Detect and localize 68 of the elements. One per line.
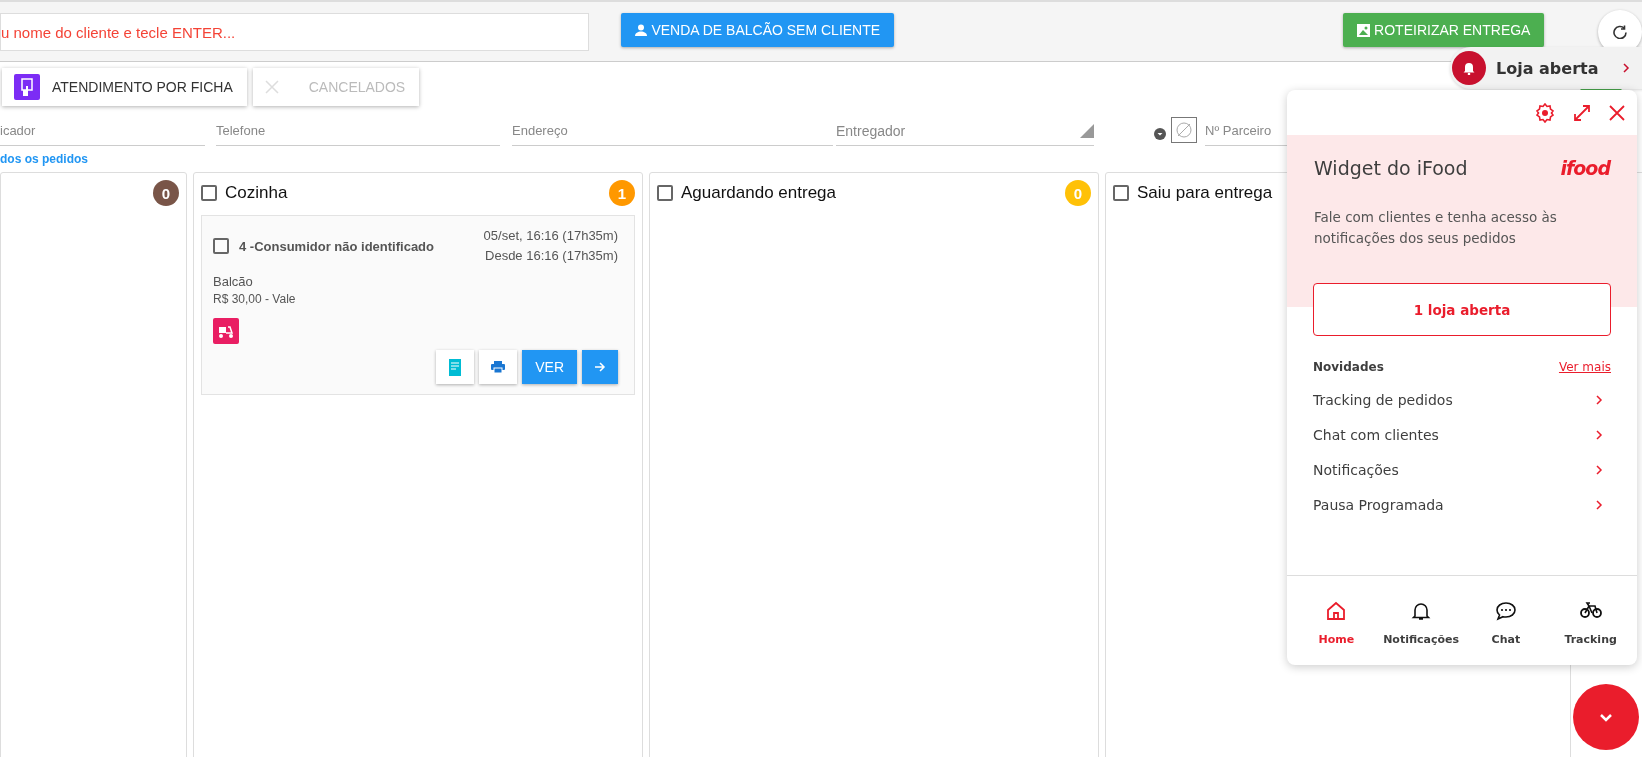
see-more-link[interactable]: Ver mais [1558, 360, 1611, 374]
news-item[interactable]: Tracking de pedidos [1313, 382, 1611, 417]
delivery-scooter-icon [213, 318, 239, 344]
dropdown-corner-icon [1080, 123, 1094, 138]
receipt-icon [449, 358, 462, 376]
news-item[interactable]: Notificações [1313, 452, 1611, 487]
chevron-right-icon [1596, 499, 1603, 510]
order-type: Balcão [213, 274, 254, 289]
news-item[interactable]: Chat com clientes [1313, 417, 1611, 452]
count-badge: 1 [609, 180, 635, 206]
filter-field[interactable]: Endereço [512, 116, 833, 146]
store-status-toast[interactable]: Loja aberta [1450, 47, 1642, 89]
home-icon [1326, 600, 1347, 621]
order-checkbox[interactable] [213, 238, 229, 254]
store-status-label: Loja aberta [1496, 58, 1600, 78]
select-field[interactable]: Entregador [836, 116, 1094, 146]
bicycle-icon [1579, 600, 1602, 619]
settings-icon [1535, 102, 1555, 123]
bell-icon [1452, 51, 1486, 85]
toggle-dot-icon[interactable] [1154, 128, 1166, 140]
bell-icon [1411, 600, 1432, 621]
expand-icon [1573, 103, 1591, 122]
ticket-hand-icon [14, 74, 40, 100]
column-checkbox[interactable] [657, 185, 673, 201]
chevron-down-icon [1599, 712, 1613, 722]
order-since: Desde 16:16 (17h35m) [484, 247, 618, 265]
column-checkbox[interactable] [201, 185, 217, 201]
chat-icon [1494, 600, 1517, 621]
column-title: Aguardando entrega [681, 183, 838, 203]
news-item[interactable]: Pausa Programada [1313, 487, 1611, 522]
map-icon [1357, 23, 1371, 37]
search-field[interactable]: u nome do cliente e tecle ENTER... [0, 13, 590, 51]
order-card[interactable]: 4 -Consumidor não identificado 05/set, 16:16 (17h35m) Desde 16:16 (17h35m) Balcão R$ 30,00 - Vale VER [201, 215, 635, 395]
close-button[interactable] [1609, 104, 1625, 121]
settings-button[interactable] [1535, 102, 1555, 123]
person-icon [635, 24, 648, 36]
print-button[interactable] [479, 350, 518, 384]
nav-tab[interactable]: Home [1294, 600, 1379, 647]
column-title: Saiu para entrega [1137, 183, 1274, 203]
nav-tab[interactable]: Chat [1463, 600, 1549, 647]
column-checkbox[interactable] [1113, 185, 1129, 201]
order-payment: R$ 30,00 - Vale [213, 292, 297, 306]
filter-field[interactable]: icador [0, 116, 205, 146]
expand-button[interactable] [1573, 103, 1591, 122]
filter-field[interactable]: Telefone [216, 116, 500, 146]
order-title: 4 -Consumidor não identificado [239, 238, 434, 254]
column-title: Cozinha [225, 183, 289, 203]
nav-tab[interactable]: Tracking [1548, 600, 1633, 647]
order-date: 05/set, 16:16 (17h35m) [483, 227, 618, 245]
news-heading: Novidades [1313, 360, 1384, 374]
arrow-right-icon [594, 361, 606, 373]
logo: ifood [1560, 157, 1610, 179]
count-badge: 0 [1065, 180, 1091, 206]
widget-title: Widget do iFood [1314, 157, 1468, 179]
open-stores-button[interactable]: 1 loja aberta [1313, 283, 1611, 336]
chevron-right-icon [1596, 464, 1603, 475]
nav-tab[interactable]: Notificações [1378, 600, 1464, 647]
image-off-icon [1171, 117, 1197, 143]
chevron-right-icon [1596, 429, 1603, 440]
close-icon [264, 80, 279, 94]
widget-description: Fale com clientes e tenha acesso às notificações dos seus pedidos [1314, 208, 1558, 248]
count-badge: 0 [153, 180, 179, 206]
printer-icon [491, 361, 506, 373]
chevron-right-icon [1596, 394, 1603, 405]
chevron-right-icon [1623, 63, 1630, 73]
close-icon [1609, 104, 1625, 121]
ticket-service-button[interactable]: ATENDIMENTO POR FICHA [2, 68, 247, 106]
refresh-icon [1613, 25, 1628, 39]
